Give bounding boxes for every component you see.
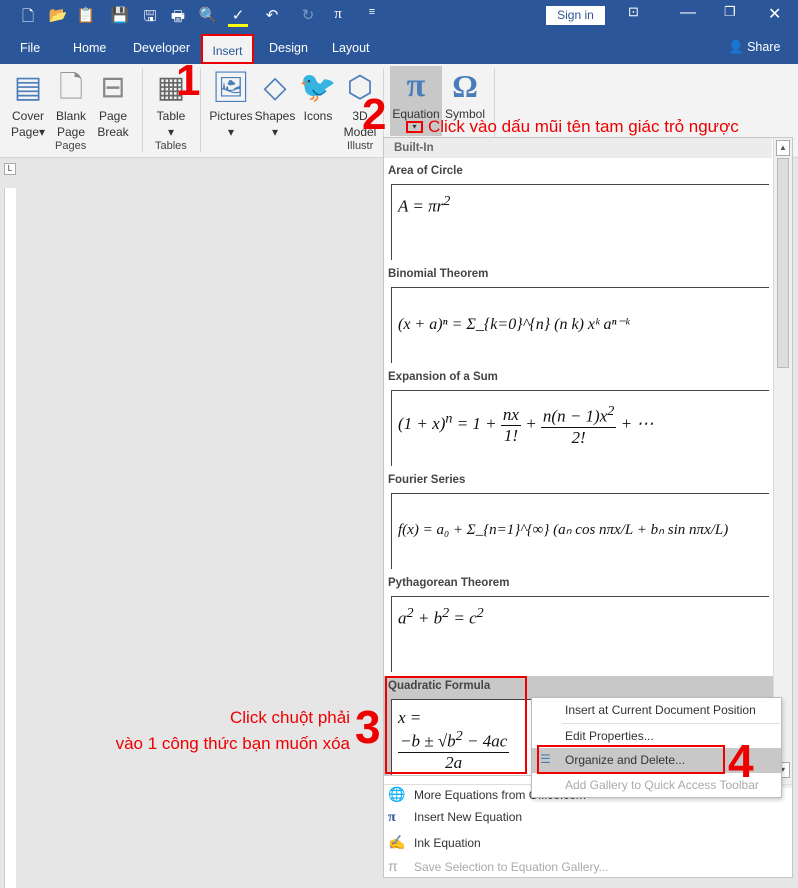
fourier-formula: f(x) = a₀ + Σ_{n=1}^{∞} (aₙ cos nπx/L + … — [398, 522, 729, 538]
annotation-step-2: 2 — [362, 90, 387, 139]
save-as-icon[interactable]: 🖫 — [140, 6, 160, 31]
print-icon[interactable]: 🖶 — [168, 6, 188, 31]
spelling-icon[interactable]: ✓ — [228, 6, 248, 27]
ribbon-display-icon[interactable]: ⊡ — [628, 4, 639, 20]
annotation-step-1: 1 — [176, 56, 201, 105]
sign-in-button[interactable]: Sign in — [546, 6, 605, 25]
paste-icon[interactable]: 📋 — [76, 6, 96, 24]
annotation-box-4 — [537, 745, 725, 774]
annotation-step-4: 4 — [728, 735, 754, 787]
annotation-step-2-text: Click vào dấu mũi tên tam giác trỏ ngược — [428, 117, 739, 136]
ink-icon: ✍ — [388, 834, 406, 850]
tab-design[interactable]: Design — [269, 41, 308, 55]
gallery-item-label: Pythagorean Theorem — [388, 577, 510, 589]
shapes-icon: ◇ — [263, 71, 287, 104]
ribbon-tabs: File Home Developer Design Layout 👤 Shar… — [0, 32, 798, 64]
scroll-thumb[interactable] — [777, 158, 789, 368]
print-preview-icon[interactable]: 🔍 — [198, 6, 218, 24]
tab-file[interactable]: File — [20, 41, 40, 55]
person-add-icon: 👤 — [728, 40, 744, 54]
insert-new-equation-menu-item[interactable]: π Insert New Equation — [388, 810, 522, 826]
page-break-icon: ⊟ — [100, 71, 126, 104]
undo-icon[interactable]: ↶ — [262, 6, 282, 24]
new-doc-icon[interactable]: 🗋 — [18, 6, 38, 31]
restore-icon[interactable]: ❐ — [724, 4, 736, 20]
equation-dropdown-arrow[interactable]: ▾ — [406, 121, 423, 133]
tab-selector[interactable]: L — [4, 163, 16, 175]
gallery-item-area-of-circle[interactable]: A = πr2 — [391, 184, 769, 260]
pi-icon: π — [388, 810, 396, 825]
gallery-item-label: Fourier Series — [388, 474, 466, 486]
pictures-icon: 🖼 — [211, 71, 251, 104]
blank-page-icon: 🗋 — [58, 71, 84, 104]
close-icon[interactable]: ✕ — [768, 4, 781, 24]
gallery-item-fourier-series[interactable]: f(x) = a₀ + Σ_{n=1}^{∞} (aₙ cos nπx/L + … — [391, 493, 769, 569]
gallery-item-label: Area of Circle — [388, 165, 463, 177]
binomial-formula: (x + a)ⁿ = Σ_{k=0}^{n} (n k) xᵏ aⁿ⁻ᵏ — [398, 316, 630, 333]
insert-at-position-menu-item[interactable]: Insert at Current Document Position — [532, 698, 781, 723]
equation-label-group: π Equation — [390, 66, 442, 122]
office-icon: 🌐 — [388, 786, 406, 802]
cover-page-button[interactable]: ▤ Cover Page▾ — [8, 68, 48, 140]
group-tables-label: Tables — [155, 140, 187, 152]
gallery-item-expansion-of-a-sum[interactable]: (1 + x)n = 1 + nx 1! + n(n − 1)x2 2! + ⋯ — [391, 390, 769, 466]
equation-icon[interactable]: π — [328, 6, 348, 23]
pi-icon: π — [406, 67, 426, 104]
icons-button[interactable]: 🐦 Icons — [299, 68, 337, 124]
annotation-box-3 — [385, 676, 527, 774]
minimize-icon[interactable]: — — [680, 4, 696, 22]
vertical-ruler: L — [0, 158, 20, 888]
share-button[interactable]: 👤 Share — [728, 40, 780, 55]
scroll-up-arrow[interactable]: ▲ — [776, 140, 790, 156]
customize-icon[interactable]: ≡ — [362, 6, 382, 18]
icons-icon: 🐦 — [299, 71, 337, 104]
save-selection-menu-item: π Save Selection to Equation Gallery... — [388, 858, 609, 874]
gallery-item-binomial-theorem[interactable]: (x + a)ⁿ = Σ_{k=0}^{n} (n k) xᵏ aⁿ⁻ᵏ — [391, 287, 769, 363]
tab-home[interactable]: Home — [73, 41, 106, 55]
ruler-bar — [4, 188, 16, 888]
gallery-scrollbar[interactable]: ▲ ▾ — [773, 138, 792, 788]
group-pages-label: Pages — [55, 140, 87, 152]
annotation-step-3-line2: vào 1 công thức bạn muốn xóa — [115, 734, 350, 753]
annotation-step-3: 3 — [355, 701, 381, 753]
annotation-step-3-line1: Click chuột phải — [229, 708, 350, 727]
gallery-header: Built-In — [384, 138, 772, 158]
gallery-item-pythagorean-theorem[interactable]: a2 + b2 = c2 — [391, 596, 769, 672]
save-icon[interactable]: 💾 — [110, 6, 130, 24]
pictures-button[interactable]: 🖼 Pictures ▾ — [208, 68, 254, 140]
save-selection-icon: π — [388, 858, 398, 874]
shapes-button[interactable]: ◇ Shapes ▾ — [254, 68, 296, 140]
divider — [142, 68, 143, 152]
cover-page-icon: ▤ — [13, 71, 43, 104]
redo-icon: ↻ — [301, 7, 315, 24]
open-icon[interactable]: 📂 — [48, 6, 68, 24]
gallery-item-label: Binomial Theorem — [388, 268, 489, 280]
gallery-item-label: Expansion of a Sum — [388, 371, 498, 383]
omega-icon: Ω — [452, 68, 478, 104]
group-illustrations-label: Illustr — [347, 140, 374, 152]
blank-page-button[interactable]: 🗋 Blank Page — [52, 68, 90, 140]
tab-developer[interactable]: Developer — [133, 41, 190, 55]
page-break-button[interactable]: ⊟ Page Break — [94, 68, 132, 140]
tab-layout[interactable]: Layout — [332, 41, 370, 55]
symbol-button[interactable]: Ω Symbol — [442, 66, 488, 122]
tab-insert[interactable]: Insert — [201, 34, 254, 64]
ink-equation-menu-item[interactable]: ✍ Ink Equation — [388, 834, 481, 851]
title-bar: 🗋 📂 📋 💾 🖫 🖶 🔍 ✓ ↶ ↻ π ≡ Sign in ⊡ — ❐ ✕ — [0, 0, 798, 32]
